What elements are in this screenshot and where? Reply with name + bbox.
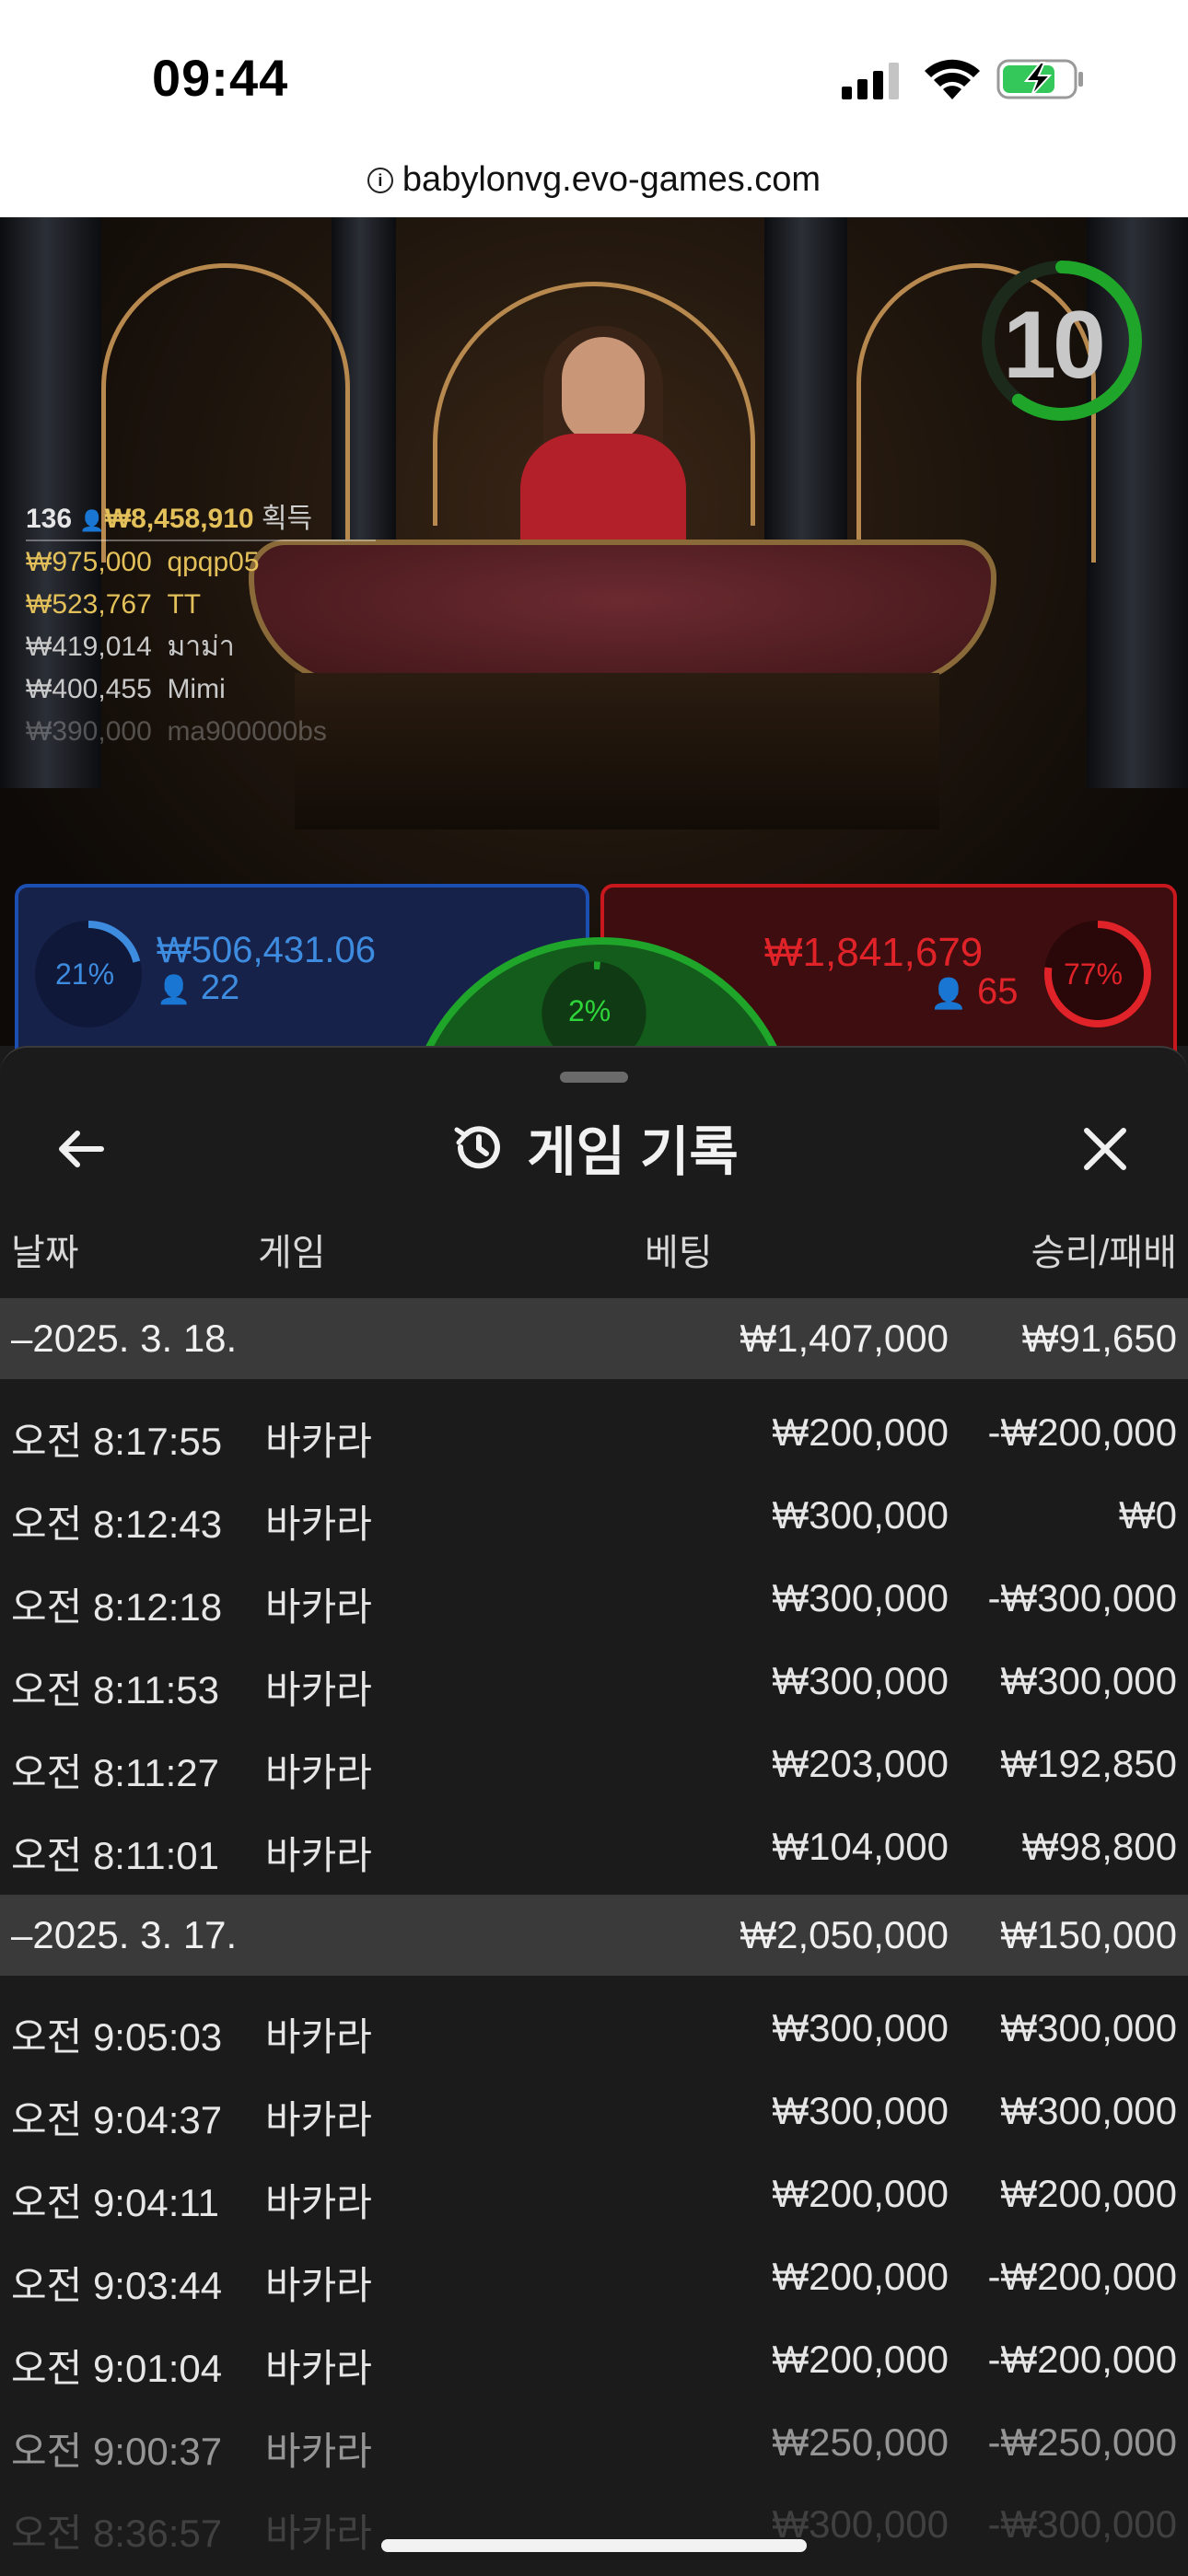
leaderboard-total-label: 획득: [261, 504, 313, 534]
player-bettor-count: 👤 22: [157, 969, 240, 1007]
history-row[interactable]: 오전 8:12:43 바카라 ₩300,000 ₩0: [0, 1471, 1188, 1554]
table-base: [295, 673, 939, 830]
history-row[interactable]: 오전 9:05:03 바카라 ₩300,000 ₩300,000: [0, 1984, 1188, 2067]
history-row[interactable]: 오전 8:17:55 바카라 ₩200,000 -₩200,000: [0, 1388, 1188, 1471]
history-row[interactable]: 오전 8:11:27 바카라 ₩203,000 ₩192,850: [0, 1720, 1188, 1803]
sheet-grabber[interactable]: [560, 1072, 628, 1083]
countdown-timer-value: 10: [1003, 292, 1106, 399]
leaderboard-entry: ₩390,000 ma900000bs: [26, 716, 327, 747]
leaderboard-total: ₩8,458,910: [104, 504, 254, 534]
address-bar[interactable]: i babylonvg.evo-games.com: [0, 157, 1188, 217]
history-row[interactable]: 오전 9:03:44 바카라 ₩200,000 -₩200,000: [0, 2233, 1188, 2315]
leaderboard-entry: ₩400,455 Mimi: [26, 674, 226, 704]
person-icon: 👤: [79, 509, 105, 532]
person-icon: 👤: [930, 977, 967, 1010]
player-percent: 21%: [55, 957, 115, 991]
date-group-header[interactable]: –2025. 3. 17. ₩2,050,000 ₩150,000: [0, 1895, 1188, 1976]
status-time: 09:44: [152, 49, 289, 107]
history-row[interactable]: 오전 8:11:01 바카라 ₩104,000 ₩98,800: [0, 1803, 1188, 1886]
history-row[interactable]: 오전 8:11:53 바카라 ₩300,000 ₩300,000: [0, 1637, 1188, 1720]
leaderboard-entry: ₩419,014 มาม่า: [26, 632, 235, 662]
tie-percent: 2%: [568, 994, 611, 1027]
home-indicator[interactable]: [381, 2539, 807, 2552]
history-row[interactable]: 오전 9:04:37 바카라 ₩300,000 ₩300,000: [0, 2067, 1188, 2150]
history-row[interactable]: 오전 8:12:18 바카라 ₩300,000 -₩300,000: [0, 1554, 1188, 1637]
game-history-sheet: 게임 기록 날짜 게임 베팅 승리/패배 –2025. 3. 18. ₩1,40…: [0, 1046, 1188, 2576]
date-group-header[interactable]: –2025. 3. 18. ₩1,407,000 ₩91,650: [0, 1298, 1188, 1379]
dealer-face: [562, 337, 645, 443]
history-row[interactable]: 오전 9:00:37 바카라 ₩250,000 -₩250,000: [0, 2398, 1188, 2481]
url-text: babylonvg.evo-games.com: [402, 160, 821, 199]
leaderboard-header: 136 👤₩8,458,910 획득: [26, 495, 376, 541]
column-header-game: 게임: [258, 1233, 326, 1273]
banker-total-bet: ₩1,841,679: [764, 930, 984, 975]
banker-bettor-count: 👤 65: [930, 971, 1019, 1012]
wifi-icon: [925, 59, 980, 99]
winners-leaderboard: 136 👤₩8,458,910 획득 ₩975,000 qpqp05 ₩523,…: [26, 495, 376, 753]
column-header-winloss: 승리/패배: [1031, 1233, 1177, 1273]
history-icon: [454, 1126, 501, 1169]
history-row[interactable]: 오전 9:01:04 바카라 ₩200,000 -₩200,000: [0, 2315, 1188, 2398]
status-bar: 09:44: [0, 0, 1188, 157]
battery-charging-icon: [996, 59, 1083, 99]
leaderboard-entry: ₩523,767 TT: [26, 589, 202, 620]
cellular-signal-icon: [842, 63, 899, 99]
sheet-title: 게임 기록: [527, 1122, 739, 1182]
banker-percent: 77%: [1064, 957, 1124, 991]
column-header-date: 날짜: [11, 1233, 79, 1273]
person-icon: 👤: [157, 975, 192, 1005]
player-total-bet: ₩506,431.06: [157, 930, 376, 970]
close-icon[interactable]: [1077, 1121, 1133, 1177]
info-icon[interactable]: i: [367, 167, 393, 193]
leaderboard-entry: ₩975,000 qpqp05: [26, 547, 260, 577]
history-row[interactable]: 오전 9:04:11 바카라 ₩200,000 ₩200,000: [0, 2150, 1188, 2233]
leaderboard-count: 136: [26, 504, 73, 534]
column-header-bet: 베팅: [645, 1233, 713, 1273]
